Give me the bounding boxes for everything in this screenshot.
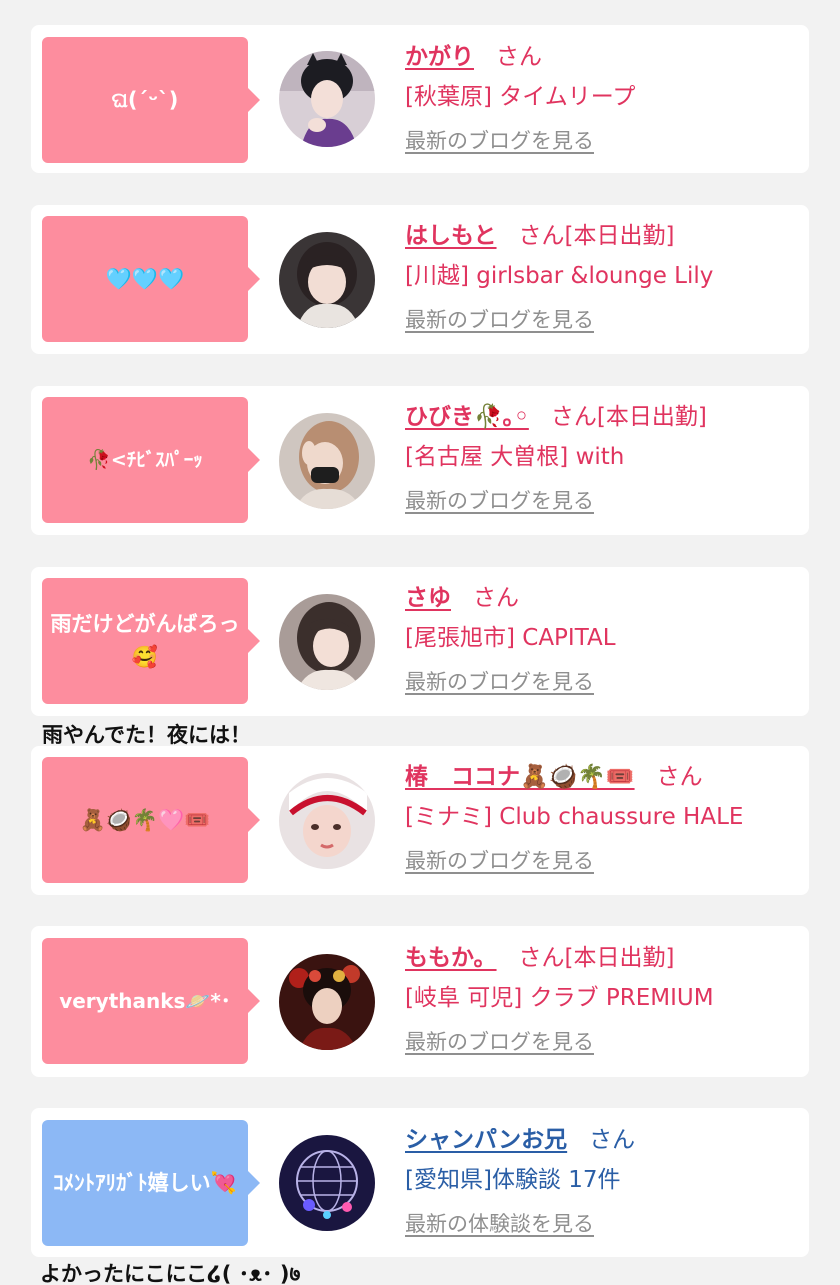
cast-name-link[interactable]: ひびき🥀｡◦ — [405, 397, 529, 431]
card-info: シャンパンお兄 さん [愛知県]体験談 17件 最新の体験談を見る — [405, 1120, 635, 1238]
honorific: さん — [518, 945, 565, 971]
honorific: さん — [656, 764, 703, 790]
card-info: ももか。 さん [本日出勤] [岐阜 可児] クラブ PREMIUM 最新のブロ… — [405, 938, 714, 1056]
latest-blog-link[interactable]: 最新のブログを見る — [405, 845, 594, 875]
name-line: 椿 ココナ🧸🥥🌴🎟️ さん — [405, 757, 743, 797]
message-bubble: verythanks🪐*･ — [42, 938, 260, 1064]
status-tag: [本日出勤] — [564, 945, 675, 971]
comment-caption: よかったにこにこ໒( ･ᴥ･ )७ — [40, 1262, 301, 1285]
latest-blog-link[interactable]: 最新のブログを見る — [405, 125, 594, 155]
shop-label: [川越] girlsbar &lounge Lily — [405, 263, 714, 289]
latest-blog-link[interactable]: 最新のブログを見る — [405, 1026, 594, 1056]
avatar[interactable] — [279, 413, 375, 509]
name-line: ももか。 さん [本日出勤] — [405, 938, 714, 978]
avatar[interactable] — [279, 232, 375, 328]
name-line: シャンパンお兄 さん — [405, 1120, 635, 1160]
shop-label: [尾張旭市] CAPITAL — [405, 625, 616, 651]
avatar[interactable] — [279, 954, 375, 1050]
name-line: かがり さん — [405, 37, 635, 77]
user-name-link[interactable]: シャンパンお兄 — [405, 1120, 567, 1154]
cast-name-link[interactable]: はしもと — [405, 216, 497, 250]
message-bubble: 🥀<ﾁﾋﾞｽﾊﾟｰｯ — [42, 397, 260, 523]
avatar[interactable] — [279, 773, 375, 869]
shop-label: [岐阜 可児] クラブ PREMIUM — [405, 985, 714, 1011]
avatar[interactable] — [279, 594, 375, 690]
card-info: かがり さん [秋葉原] タイムリープ 最新のブログを見る — [405, 37, 635, 155]
blog-card: ｺﾒﾝﾄｱﾘｶﾞﾄ嬉しい💘 シャンパンお兄 さん [愛知県]体験談 17件 最新… — [31, 1108, 809, 1257]
message-bubble: ｺﾒﾝﾄｱﾘｶﾞﾄ嬉しい💘 — [42, 1120, 260, 1246]
honorific: さん — [589, 1127, 636, 1153]
review-count-label: [愛知県]体験談 17件 — [405, 1167, 621, 1193]
cast-name-link[interactable]: ももか。 — [405, 938, 497, 972]
avatar[interactable] — [279, 51, 375, 147]
blog-card: ଘ(ˊᵕˋ) かがり さん [秋葉原] タイムリープ 最新のブログを見る — [31, 25, 809, 173]
status-tag: [本日出勤] — [596, 404, 707, 430]
name-line: さゆ さん — [405, 578, 616, 618]
latest-blog-link[interactable]: 最新のブログを見る — [405, 304, 594, 334]
latest-blog-link[interactable]: 最新のブログを見る — [405, 666, 594, 696]
message-bubble: ଘ(ˊᵕˋ) — [42, 37, 260, 163]
blog-card: 🩵🩵🩵 はしもと さん [本日出勤] [川越] girlsbar &lounge… — [31, 205, 809, 354]
comment-caption: 雨やんでた！夜には！ — [42, 723, 251, 747]
shop-label: [名古屋 大曽根] with — [405, 444, 625, 470]
avatar[interactable] — [279, 1135, 375, 1231]
latest-review-link[interactable]: 最新の体験談を見る — [405, 1208, 594, 1238]
shop-label: [ミナミ] Club chaussure HALE — [405, 804, 744, 830]
card-info: ひびき🥀｡◦ さん [本日出勤] [名古屋 大曽根] with 最新のブログを見… — [405, 397, 707, 515]
cast-name-link[interactable]: さゆ — [405, 578, 451, 612]
honorific: さん — [550, 404, 597, 430]
latest-blog-link[interactable]: 最新のブログを見る — [405, 485, 594, 515]
cast-name-link[interactable]: かがり — [405, 37, 474, 71]
card-info: はしもと さん [本日出勤] [川越] girlsbar &lounge Lil… — [405, 216, 713, 334]
blog-card: 🥀<ﾁﾋﾞｽﾊﾟｰｯ ひびき🥀｡◦ さん [本日出勤] [名古屋 大曽根] wi… — [31, 386, 809, 535]
card-info: さゆ さん [尾張旭市] CAPITAL 最新のブログを見る — [405, 578, 616, 696]
card-info: 椿 ココナ🧸🥥🌴🎟️ さん [ミナミ] Club chaussure HALE … — [405, 757, 743, 875]
blog-card: verythanks🪐*･ ももか。 さん [本日出勤] [岐阜 可児] クラブ… — [31, 926, 809, 1077]
blog-card: 🧸🥥🌴🩷🎟️ 椿 ココナ🧸🥥🌴🎟️ さん [ミナミ] Club chaussur… — [31, 746, 809, 895]
honorific: さん — [473, 585, 519, 611]
honorific: さん — [518, 223, 565, 249]
name-line: はしもと さん [本日出勤] — [405, 216, 713, 256]
cast-name-link[interactable]: 椿 ココナ🧸🥥🌴🎟️ — [405, 757, 635, 791]
message-bubble: 雨だけどがんばろっ🥰 — [42, 578, 260, 704]
status-tag: [本日出勤] — [564, 223, 675, 249]
name-line: ひびき🥀｡◦ さん [本日出勤] — [405, 397, 707, 437]
message-bubble: 🩵🩵🩵 — [42, 216, 260, 342]
shop-label: [秋葉原] タイムリープ — [405, 84, 636, 110]
message-bubble: 🧸🥥🌴🩷🎟️ — [42, 757, 260, 883]
blog-card: 雨だけどがんばろっ🥰 さゆ さん [尾張旭市] CAPITAL 最新のブログを見… — [31, 567, 809, 716]
honorific: さん — [496, 44, 542, 70]
